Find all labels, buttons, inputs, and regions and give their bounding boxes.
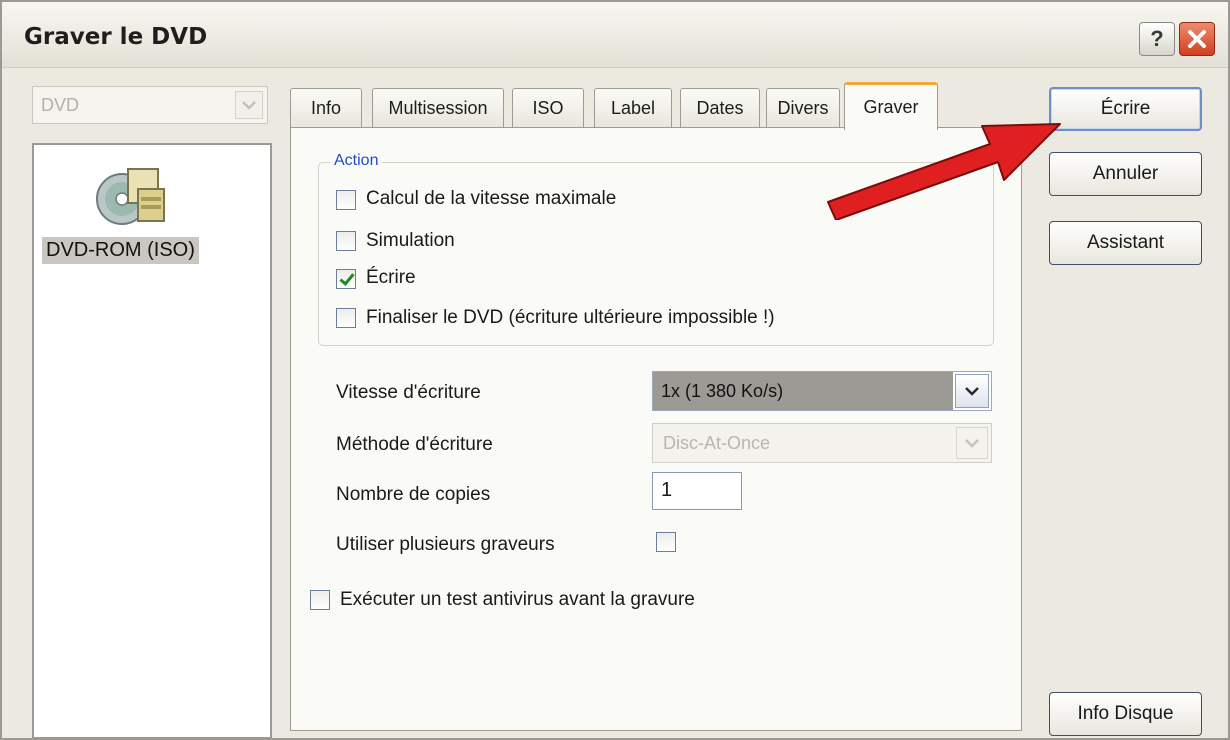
write-method-select: Disc-At-Once xyxy=(652,423,992,463)
tab-label: ISO xyxy=(532,98,564,118)
drive-type-value: DVD xyxy=(41,95,80,115)
write-speed-select[interactable]: 1x (1 380 Ko/s) xyxy=(652,371,992,411)
write-method-value: Disc-At-Once xyxy=(663,433,771,453)
help-button[interactable]: ? xyxy=(1139,22,1175,56)
tab-dates[interactable]: Dates xyxy=(680,88,760,128)
antivirus-label[interactable]: Exécuter un test antivirus avant la grav… xyxy=(340,589,695,611)
action-group-title: Action xyxy=(330,152,383,170)
finalize-checkbox[interactable] xyxy=(336,308,356,328)
write-method-label: Méthode d'écriture xyxy=(336,434,493,455)
wizard-button[interactable]: Assistant xyxy=(1049,221,1202,265)
cancel-button[interactable]: Annuler xyxy=(1049,152,1202,196)
chevron-down-icon xyxy=(956,427,988,459)
write-speed-label: Vitesse d'écriture xyxy=(336,382,481,403)
window-title: Graver le DVD xyxy=(24,24,208,50)
multi-burner-label: Utiliser plusieurs graveurs xyxy=(336,534,555,555)
title-bar: Graver le DVD ? xyxy=(2,2,1228,68)
disc-info-button[interactable]: Info Disque xyxy=(1049,692,1202,736)
simulation-label[interactable]: Simulation xyxy=(366,230,455,252)
close-button[interactable] xyxy=(1179,22,1215,56)
write-checkbox[interactable] xyxy=(336,269,356,289)
multi-burner-checkbox[interactable] xyxy=(656,532,676,552)
copies-label: Nombre de copies xyxy=(336,484,491,505)
chevron-down-icon xyxy=(955,374,989,408)
tab-iso[interactable]: ISO xyxy=(512,88,584,128)
copies-input[interactable]: 1 xyxy=(652,472,742,510)
list-item-dvd-rom[interactable]: DVD-ROM (ISO) xyxy=(42,237,199,264)
tab-multisession[interactable]: Multisession xyxy=(372,88,504,128)
help-icon: ? xyxy=(1150,26,1164,51)
max-speed-label[interactable]: Calcul de la vitesse maximale xyxy=(366,188,616,210)
write-button[interactable]: Écrire xyxy=(1049,87,1202,131)
project-list[interactable]: DVD-ROM (ISO) xyxy=(32,143,272,739)
dvd-disc-icon xyxy=(96,168,165,225)
tab-info[interactable]: Info xyxy=(290,88,362,128)
tab-label: Multisession xyxy=(388,98,488,118)
close-icon xyxy=(1188,30,1206,48)
drive-type-select[interactable]: DVD xyxy=(32,86,268,124)
tab-label: Dates xyxy=(696,98,744,118)
antivirus-checkbox[interactable] xyxy=(310,590,330,610)
tab-label[interactable]: Label xyxy=(594,88,672,128)
chevron-down-icon xyxy=(235,91,263,119)
write-label[interactable]: Écrire xyxy=(366,267,416,289)
burn-dvd-dialog: Graver le DVD ? DVD DVD-ROM (ISO) Info M… xyxy=(0,0,1230,740)
tab-label: Label xyxy=(610,98,656,118)
max-speed-checkbox[interactable] xyxy=(336,190,356,210)
red-pointer-arrow-icon xyxy=(827,123,1061,220)
finalize-label[interactable]: Finaliser le DVD (écriture ultérieure im… xyxy=(366,307,775,329)
tab-label: Info xyxy=(310,98,342,118)
simulation-checkbox[interactable] xyxy=(336,231,356,251)
write-speed-value: 1x (1 380 Ko/s) xyxy=(653,372,953,410)
